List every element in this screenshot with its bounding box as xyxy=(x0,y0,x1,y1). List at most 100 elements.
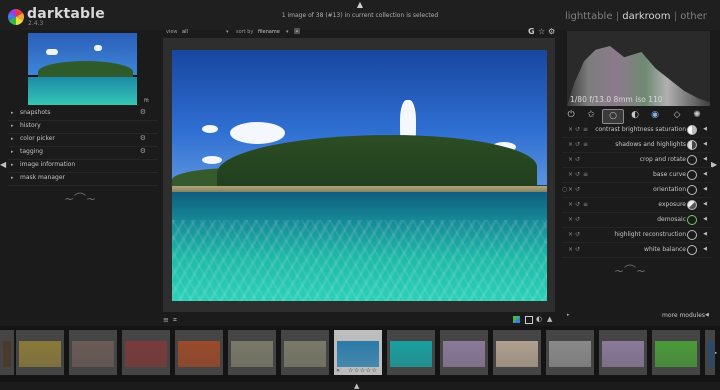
view-filter-value[interactable]: all xyxy=(182,29,188,35)
reset-icon[interactable]: ↺ xyxy=(575,186,580,193)
module-tagging[interactable]: ▸ tagging ⚙ xyxy=(8,147,158,160)
view-darkroom[interactable]: darkroom xyxy=(622,11,670,22)
reset-icon[interactable]: ↺ xyxy=(575,126,580,133)
module-mask-manager[interactable]: ▸ mask manager xyxy=(8,173,158,186)
view-other[interactable]: other xyxy=(680,11,707,22)
navigation-thumbnail[interactable] xyxy=(28,33,137,105)
circle-icon[interactable]: ○ xyxy=(602,109,624,124)
module-highlight-reconstruction[interactable]: × ↺ highlight reconstruction ◀ xyxy=(562,229,712,243)
multi-instance-icon[interactable]: × xyxy=(568,141,573,148)
presets-icon[interactable]: ≡ xyxy=(583,126,588,133)
module-color-picker[interactable]: ▸ color picker ⚙ xyxy=(8,134,158,147)
view-lighttable[interactable]: lighttable xyxy=(565,11,613,22)
module-orientation[interactable]: ○ × ↺ orientation ◀ xyxy=(562,184,712,198)
expand-arrow-icon[interactable]: ◀ xyxy=(703,126,707,132)
module-snapshots[interactable]: ▸ snapshots ⚙ xyxy=(8,108,158,121)
module-base-curve[interactable]: × ↺ ≡ base curve ◀ xyxy=(562,169,712,183)
multi-instance-icon[interactable]: × xyxy=(568,216,573,223)
reset-icon[interactable]: ↺ xyxy=(575,216,580,223)
more-modules-row[interactable]: ▸ more modules ◀ xyxy=(563,312,713,322)
filmstrip-thumb[interactable] xyxy=(16,330,64,375)
filmstrip-thumb[interactable] xyxy=(228,330,276,375)
expand-arrow-icon[interactable]: ◀ xyxy=(703,156,707,162)
reset-icon[interactable]: ↺ xyxy=(575,171,580,178)
filmstrip-thumb-selected[interactable]: ✕ ☆☆☆☆☆ xyxy=(334,330,382,375)
module-crop-and-rotate[interactable]: × ↺ crop and rotate ◀ xyxy=(562,154,712,168)
filmstrip-thumb[interactable] xyxy=(599,330,647,375)
multi-instance-icon[interactable]: × xyxy=(568,186,573,193)
filmstrip-thumb[interactable] xyxy=(69,330,117,375)
filmstrip-thumb[interactable] xyxy=(0,330,14,375)
top-panel-toggle-icon[interactable]: ▲ xyxy=(354,1,366,9)
multi-instance-icon[interactable]: × xyxy=(568,201,573,208)
star-icon[interactable]: ☆ xyxy=(538,27,545,36)
gamut-check-icon[interactable]: ▲ xyxy=(547,315,552,323)
reset-icon[interactable]: ↺ xyxy=(575,141,580,148)
module-demosaic[interactable]: × ↺ demosaic ◀ xyxy=(562,214,712,228)
sort-dropdown-icon[interactable]: ▾ xyxy=(286,29,289,35)
grouping-icon[interactable]: G xyxy=(528,27,535,36)
expand-arrow-icon[interactable]: ◀ xyxy=(703,186,707,192)
gear-icon[interactable]: ⚙ xyxy=(140,134,146,142)
presets-icon[interactable]: ≡ xyxy=(583,141,588,148)
gear-icon[interactable]: ⚙ xyxy=(140,147,146,155)
softproof-icon[interactable]: ◐ xyxy=(536,315,542,323)
zoom-level[interactable]: fit xyxy=(144,98,149,104)
expand-arrow-icon[interactable]: ◀ xyxy=(703,201,707,207)
menu-icon[interactable]: ≡ xyxy=(163,316,169,324)
expand-arrow-icon[interactable]: ◀ xyxy=(703,171,707,177)
expand-arrow-icon[interactable]: ◀ xyxy=(703,216,707,222)
filmstrip-thumb[interactable] xyxy=(387,330,435,375)
gear-icon[interactable]: ⚙ xyxy=(140,108,146,116)
presets-icon[interactable]: ≡ xyxy=(583,201,588,208)
star-icon[interactable]: ✩ xyxy=(584,109,598,122)
sort-value[interactable]: filename xyxy=(258,29,280,35)
thumb-image xyxy=(284,341,326,367)
module-white-balance[interactable]: × ↺ white balance ◀ xyxy=(562,244,712,258)
left-panel-toggle-icon[interactable]: ◀ xyxy=(0,160,6,169)
expand-arrow-icon[interactable]: ◀ xyxy=(703,246,707,252)
expand-arrow-icon[interactable]: ◀ xyxy=(703,141,707,147)
filmstrip-thumb[interactable] xyxy=(122,330,170,375)
reset-icon[interactable]: ↺ xyxy=(575,231,580,238)
filmstrip-thumb[interactable] xyxy=(281,330,329,375)
expand-arrow-icon[interactable]: ◀ xyxy=(705,312,709,318)
expand-arrow-icon[interactable]: ◀ xyxy=(703,231,707,237)
reset-icon[interactable]: ↺ xyxy=(575,246,580,253)
multi-instance-icon[interactable]: × xyxy=(568,171,573,178)
drop-icon[interactable]: ◇ xyxy=(670,109,684,122)
star-rating-icon[interactable]: ☆☆☆☆☆ xyxy=(348,367,377,374)
styles-icon[interactable]: ⌗ xyxy=(173,316,177,325)
filmstrip-thumb[interactable] xyxy=(175,330,223,375)
gear-icon[interactable]: ⚙ xyxy=(548,27,555,36)
presets-icon[interactable]: ≡ xyxy=(583,171,588,178)
color-icon[interactable]: ◉ xyxy=(648,109,662,122)
sort-order-icon[interactable]: ▴ xyxy=(294,28,300,34)
multi-instance-icon[interactable]: × xyxy=(568,246,573,253)
filmstrip-thumb[interactable] xyxy=(652,330,700,375)
power-icon[interactable]: ⏻ xyxy=(564,109,578,122)
module-exposure[interactable]: × ↺ ≡ exposure ◀ xyxy=(562,199,712,213)
module-history[interactable]: ▸ history xyxy=(8,121,158,134)
filmstrip-thumb[interactable] xyxy=(546,330,594,375)
multi-instance-icon[interactable]: × xyxy=(568,126,573,133)
reset-icon[interactable]: ↺ xyxy=(575,201,580,208)
multi-instance-icon[interactable]: × xyxy=(568,231,573,238)
filmstrip-thumb[interactable] xyxy=(440,330,488,375)
reject-icon[interactable]: ✕ xyxy=(336,368,340,374)
collapse-arrow-icon[interactable]: ▾ xyxy=(226,29,229,35)
overexposure-icon[interactable] xyxy=(525,316,533,324)
module-shadows-and-highlights[interactable]: × ↺ ≡ shadows and highlights ◀ xyxy=(562,139,712,153)
contrast-icon[interactable]: ◐ xyxy=(628,109,642,122)
power-icon[interactable]: ○ xyxy=(562,186,567,193)
sun-icon[interactable]: ✺ xyxy=(690,109,704,122)
module-contrast-brightness-saturation[interactable]: × ↺ ≡ contrast brightness saturation ◀ xyxy=(562,124,712,138)
multi-instance-icon[interactable]: × xyxy=(568,156,573,163)
filmstrip-thumb[interactable] xyxy=(705,330,715,375)
reset-icon[interactable]: ↺ xyxy=(575,156,580,163)
color-assessment-icon[interactable] xyxy=(513,316,520,323)
module-image-information[interactable]: ▸ image information xyxy=(8,160,158,173)
filmstrip-thumb[interactable] xyxy=(493,330,541,375)
main-image[interactable] xyxy=(172,50,547,301)
bottom-panel-toggle-icon[interactable]: ▲ xyxy=(354,382,359,390)
